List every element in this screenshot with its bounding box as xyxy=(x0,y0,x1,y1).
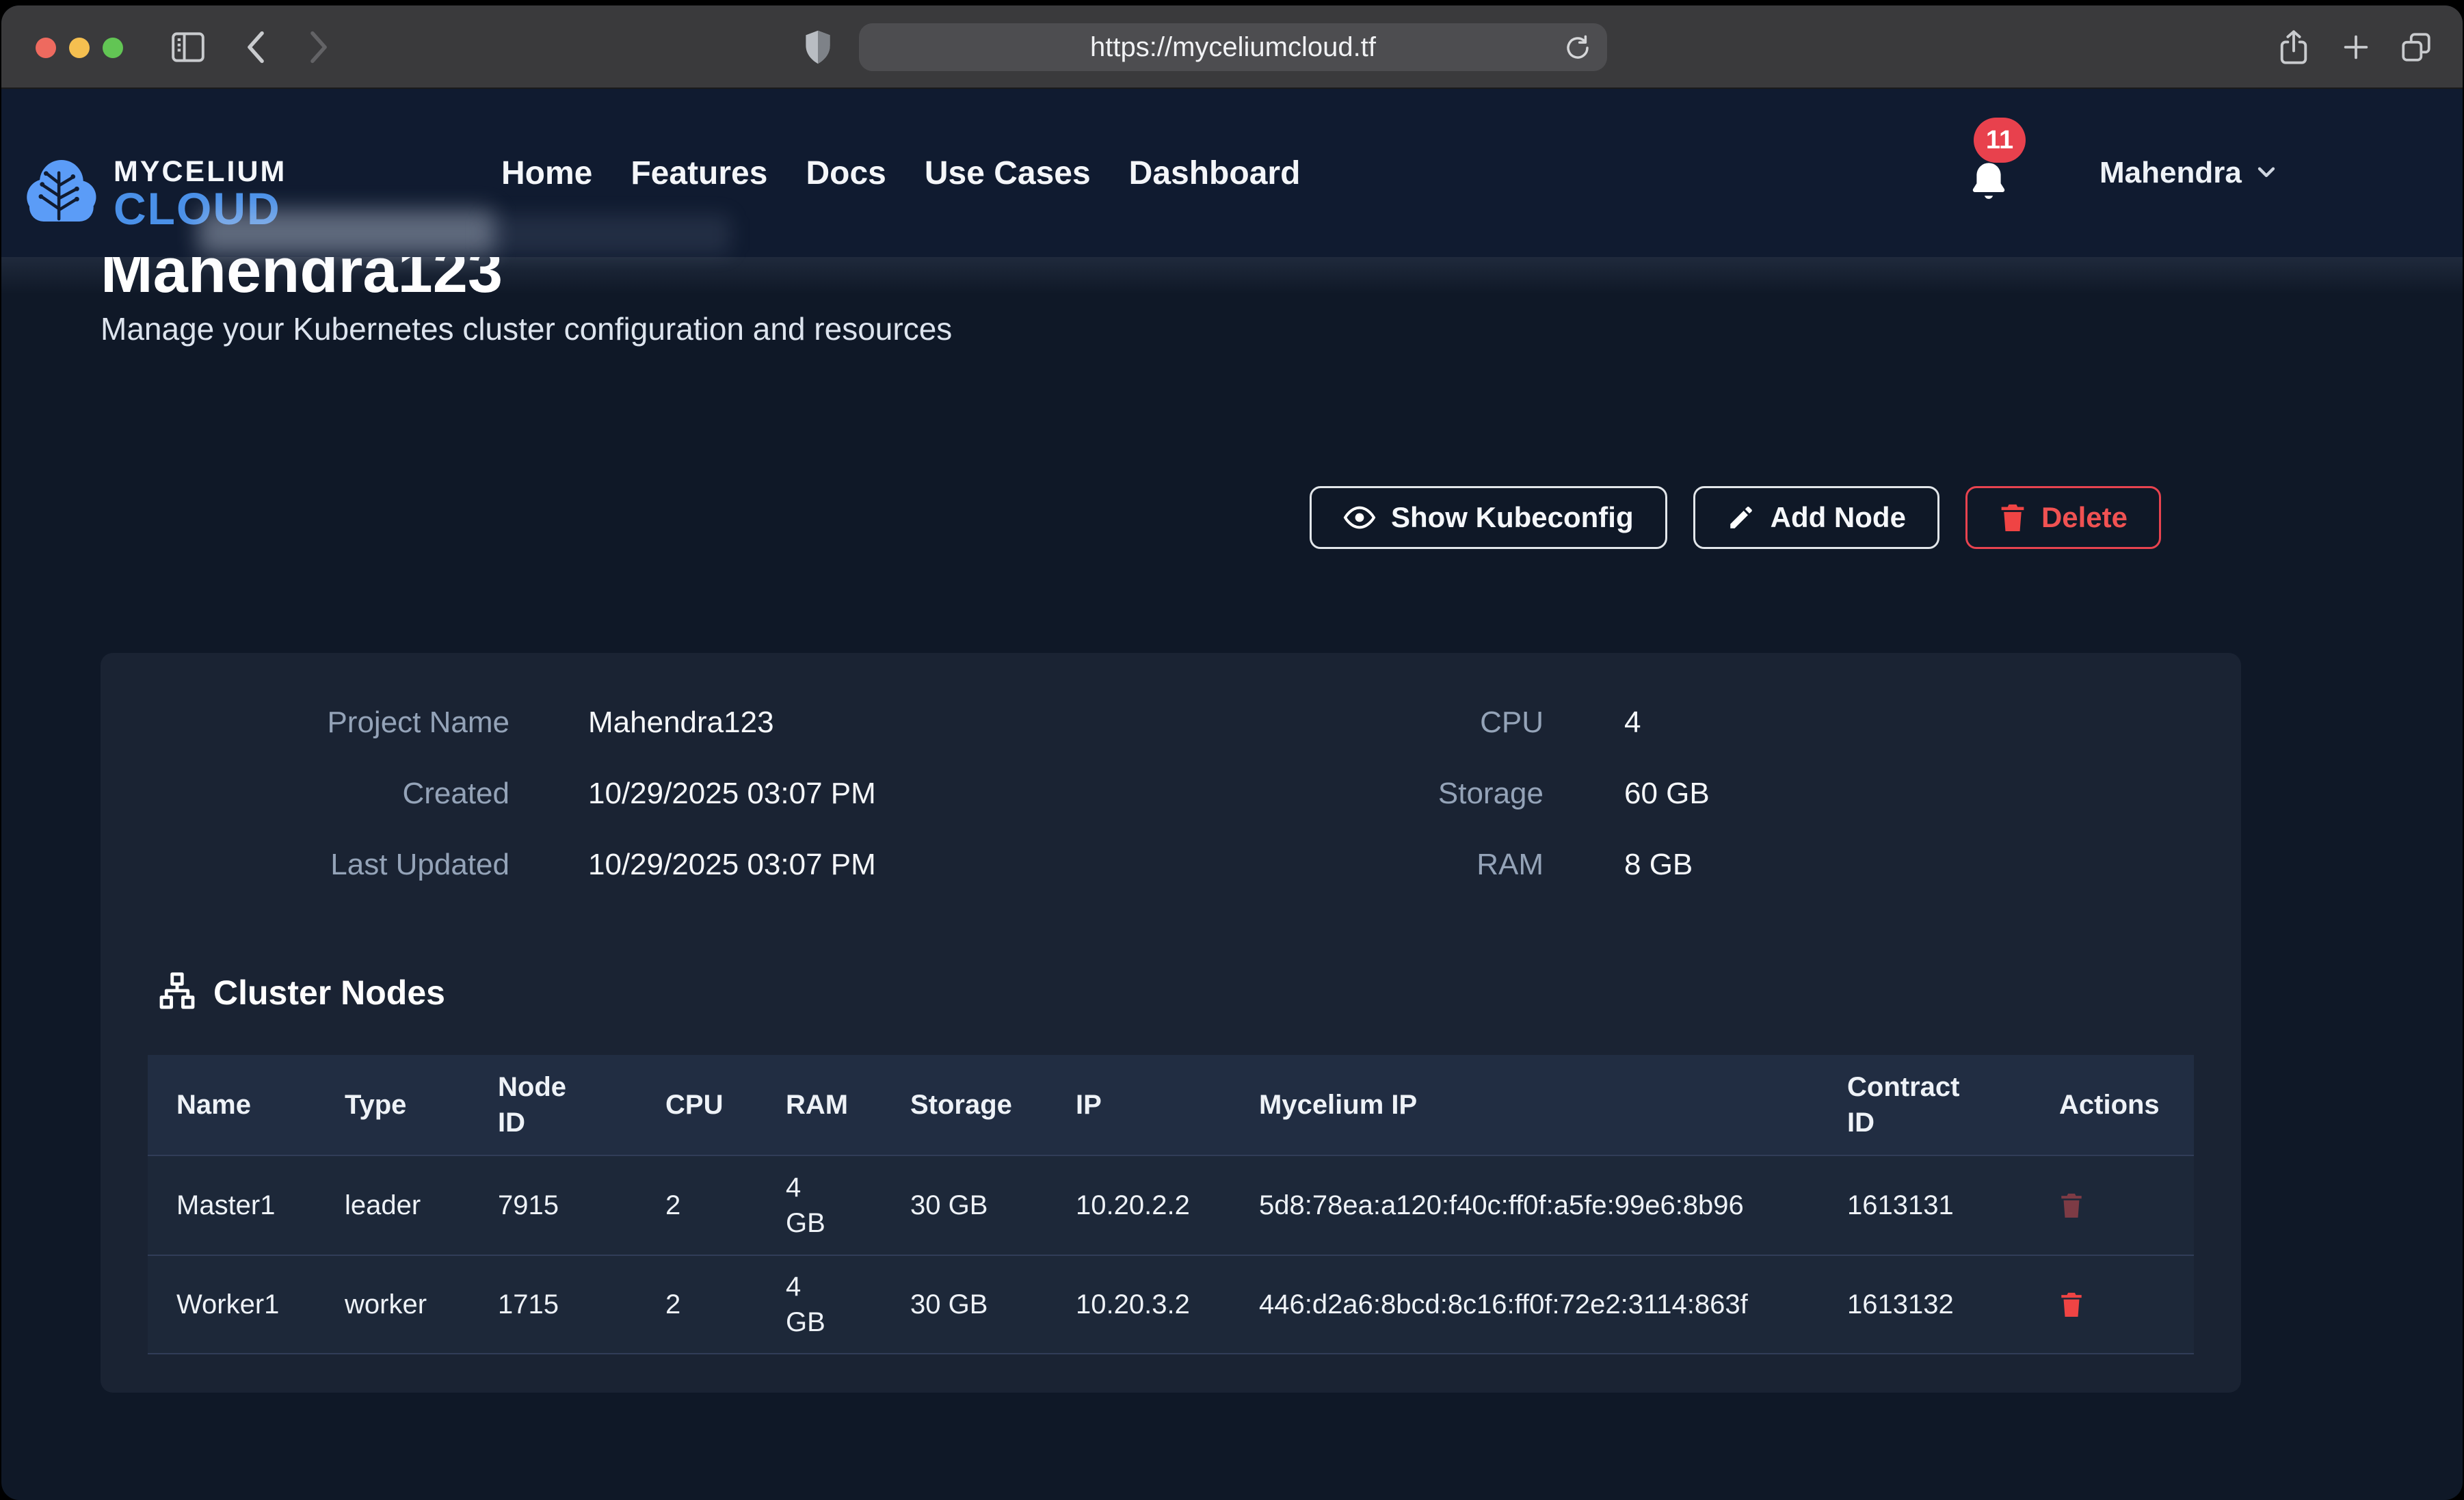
delete-cluster-button[interactable]: Delete xyxy=(1965,486,2161,549)
privacy-shield-icon[interactable] xyxy=(803,29,833,66)
delete-node-button[interactable] xyxy=(2059,1191,2084,1220)
cpu-label: CPU xyxy=(1301,706,1544,740)
storage-value: 60 GB xyxy=(1624,777,1710,811)
user-menu[interactable]: Mahendra xyxy=(2099,89,2280,257)
user-name: Mahendra xyxy=(2099,156,2242,190)
col-name: Name xyxy=(148,1087,316,1123)
col-ram: RAM xyxy=(757,1087,882,1123)
last-updated-label: Last Updated xyxy=(131,848,509,882)
cell-storage: 30 GB xyxy=(882,1188,1047,1223)
table-row-master1: Master1 leader 7915 2 4 GB 30 GB 10.20.2… xyxy=(148,1155,2194,1255)
cluster-nodes-header: Cluster Nodes xyxy=(157,971,2241,1014)
nav-link-features[interactable]: Features xyxy=(631,155,767,192)
nav-link-dashboard[interactable]: Dashboard xyxy=(1129,155,1301,192)
new-tab-icon[interactable] xyxy=(2340,31,2372,63)
notification-count-badge: 11 xyxy=(1974,118,2026,163)
ram-value: 8 GB xyxy=(1624,848,1693,882)
add-node-button[interactable]: Add Node xyxy=(1693,486,1939,549)
col-storage: Storage xyxy=(882,1087,1047,1123)
table-row-worker1: Worker1 worker 1715 2 4 GB 30 GB 10.20.3… xyxy=(148,1255,2194,1354)
created-value: 10/29/2025 03:07 PM xyxy=(588,777,876,811)
col-actions: Actions xyxy=(2030,1087,2194,1123)
notifications-button[interactable]: 11 xyxy=(1963,118,2045,220)
close-window-button[interactable] xyxy=(36,38,56,58)
logo-text-mycelium: MYCELIUM xyxy=(114,156,287,187)
back-icon[interactable] xyxy=(245,30,267,64)
bell-icon xyxy=(1967,160,2011,211)
col-node-id: Node ID xyxy=(469,1069,637,1140)
share-icon[interactable] xyxy=(2277,29,2310,66)
cell-contract-id: 1613131 xyxy=(1818,1188,2030,1223)
nav-link-docs[interactable]: Docs xyxy=(806,155,886,192)
cluster-details: Project Name Mahendra123 Created 10/29/202… xyxy=(101,653,2241,900)
project-name-value: Mahendra123 xyxy=(588,706,774,740)
show-kubeconfig-label: Show Kubeconfig xyxy=(1391,501,1634,534)
chevron-down-icon xyxy=(2253,158,2280,189)
cluster-actions: Show Kubeconfig Add Node Delete xyxy=(1310,486,2161,549)
project-name-label: Project Name xyxy=(131,706,509,740)
page-subtitle: Manage your Kubernetes cluster configura… xyxy=(101,310,952,347)
privacy-blur-overlay xyxy=(198,210,494,255)
cell-mycelium-ip: 5d8:78ea:a120:f40c:ff0f:a5fe:99e6:8b96 xyxy=(1230,1187,1818,1224)
last-updated-value: 10/29/2025 03:07 PM xyxy=(588,848,876,882)
cell-name: Master1 xyxy=(148,1188,316,1223)
created-label: Created xyxy=(131,777,509,811)
trash-icon xyxy=(1999,503,2026,533)
show-kubeconfig-button[interactable]: Show Kubeconfig xyxy=(1310,486,1667,549)
delete-label: Delete xyxy=(2041,501,2128,534)
browser-window: https://myceliumcloud.tf xyxy=(1,5,2463,1500)
col-type: Type xyxy=(316,1087,469,1123)
add-node-label: Add Node xyxy=(1771,501,1906,534)
nav-link-use-cases[interactable]: Use Cases xyxy=(925,155,1091,192)
col-ip: IP xyxy=(1047,1087,1230,1123)
reload-icon[interactable] xyxy=(1563,32,1592,70)
cell-type: leader xyxy=(316,1188,469,1223)
browser-chrome: https://myceliumcloud.tf xyxy=(1,5,2463,89)
cell-ip: 10.20.3.2 xyxy=(1047,1287,1230,1322)
cell-node-id: 1715 xyxy=(469,1287,637,1322)
sidebar-toggle-icon[interactable] xyxy=(170,31,207,64)
col-mycelium-ip: Mycelium IP xyxy=(1230,1087,1818,1123)
page-content: Mahendra123 Manage your Kubernetes clust… xyxy=(1,257,2463,1500)
cluster-details-card: Project Name Mahendra123 Created 10/29/202… xyxy=(101,653,2241,1393)
cell-type: worker xyxy=(316,1287,469,1322)
cell-ram: 4 GB xyxy=(757,1170,882,1241)
storage-label: Storage xyxy=(1301,777,1544,811)
pencil-icon xyxy=(1727,503,1756,532)
cell-storage: 30 GB xyxy=(882,1287,1047,1322)
cluster-nodes-title: Cluster Nodes xyxy=(213,973,445,1013)
address-bar[interactable]: https://myceliumcloud.tf xyxy=(859,23,1607,71)
page-title: Mahendra123 xyxy=(101,257,503,302)
tab-overview-icon[interactable] xyxy=(2399,30,2433,64)
col-contract-id: Contract ID xyxy=(1818,1069,2030,1140)
cell-ram: 4 GB xyxy=(757,1269,882,1340)
fullscreen-window-button[interactable] xyxy=(103,38,123,58)
delete-node-button[interactable] xyxy=(2059,1290,2084,1319)
cell-cpu: 2 xyxy=(637,1287,757,1322)
cell-name: Worker1 xyxy=(148,1287,316,1322)
cloud-logo-icon xyxy=(19,155,101,230)
cell-actions xyxy=(2030,1290,2194,1319)
nav-link-home[interactable]: Home xyxy=(501,155,592,192)
cell-node-id: 7915 xyxy=(469,1188,637,1223)
cell-contract-id: 1613132 xyxy=(1818,1287,2030,1322)
cell-cpu: 2 xyxy=(637,1188,757,1223)
minimize-window-button[interactable] xyxy=(69,38,90,58)
cluster-nodes-table: Name Type Node ID CPU RAM Storage IP Myc… xyxy=(148,1055,2194,1354)
ram-label: RAM xyxy=(1301,848,1544,882)
forward-icon[interactable] xyxy=(308,30,330,64)
cell-mycelium-ip: 446:d2a6:8bcd:8c16:ff0f:72e2:3114:863f xyxy=(1230,1286,1818,1323)
eye-icon xyxy=(1343,501,1376,534)
privacy-blur-overlay-2 xyxy=(484,215,730,254)
cell-ip: 10.20.2.2 xyxy=(1047,1188,1230,1223)
sitemap-icon xyxy=(157,971,197,1014)
cell-actions xyxy=(2030,1191,2194,1220)
cpu-value: 4 xyxy=(1624,706,1641,740)
table-header-row: Name Type Node ID CPU RAM Storage IP Myc… xyxy=(148,1055,2194,1155)
address-url: https://myceliumcloud.tf xyxy=(1090,32,1376,63)
col-cpu: CPU xyxy=(637,1087,757,1123)
